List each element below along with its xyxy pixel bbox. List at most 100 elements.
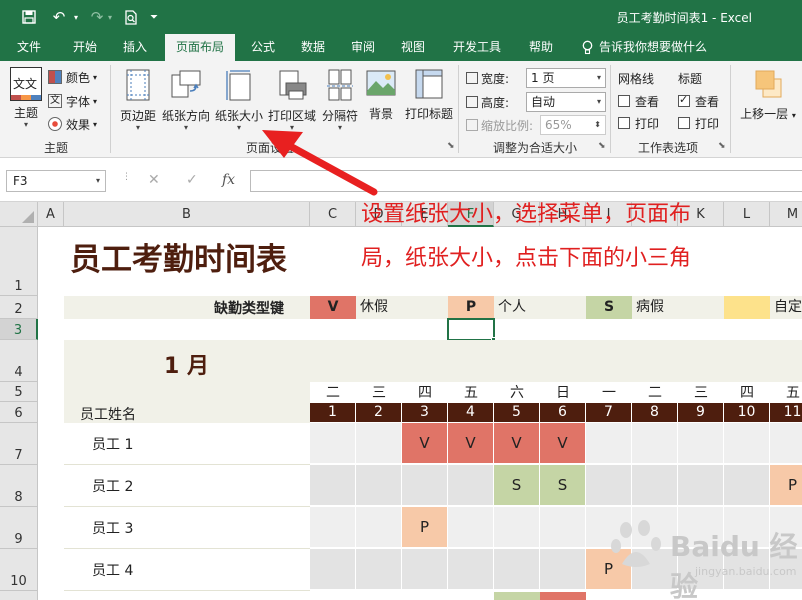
attendance-cell[interactable]: V — [402, 423, 448, 464]
orientation-button[interactable]: 纸张方向 ▾ — [160, 69, 212, 132]
date-6[interactable]: 6 — [540, 403, 586, 422]
attendance-cell[interactable] — [540, 549, 586, 590]
attendance-cell[interactable] — [678, 465, 724, 506]
weekday-9[interactable]: 三 — [678, 382, 724, 402]
attendance-cell[interactable] — [310, 507, 356, 548]
weekday-2[interactable]: 三 — [356, 382, 402, 402]
undo-icon[interactable]: ↶ — [48, 6, 70, 28]
tab-insert[interactable]: 插入 — [112, 34, 158, 61]
weekday-1[interactable]: 二 — [310, 382, 356, 402]
height-select[interactable]: 自动 ▾ — [526, 92, 606, 112]
legend-label-sick[interactable]: 病假 — [632, 296, 724, 319]
margins-button[interactable]: 页边距 ▾ — [116, 69, 160, 132]
bring-forward-button[interactable]: 上移一层 ▾ — [738, 69, 798, 122]
attendance-cell[interactable] — [402, 549, 448, 590]
column-header-b[interactable]: B — [64, 202, 310, 227]
tab-developer[interactable]: 开发工具 — [444, 34, 510, 61]
employee-name[interactable]: 员工 3 — [92, 518, 133, 538]
row-header-6[interactable]: 6 — [0, 402, 38, 423]
date-8[interactable]: 8 — [632, 403, 678, 422]
month-label[interactable]: 1 月 — [164, 348, 209, 380]
legend-code-custom[interactable] — [724, 296, 770, 319]
sheet-options-launcher-icon[interactable]: ⬊ — [718, 141, 726, 151]
attendance-cell[interactable] — [356, 507, 402, 548]
tab-help[interactable]: 帮助 — [518, 34, 564, 61]
weekday-6[interactable]: 日 — [540, 382, 586, 402]
employee-name-header[interactable]: 员工姓名 — [80, 404, 136, 424]
fonts-button[interactable]: 文 字体 ▾ — [48, 91, 97, 111]
employee-name[interactable]: 员工 4 — [92, 560, 133, 580]
cancel-icon[interactable]: ✕ — [148, 172, 160, 188]
attendance-cell[interactable] — [310, 549, 356, 590]
attendance-cell[interactable] — [724, 465, 770, 506]
weekday-8[interactable]: 二 — [632, 382, 678, 402]
attendance-cell[interactable] — [586, 423, 632, 464]
scale-input[interactable]: 65% ⬍ — [540, 115, 606, 135]
attendance-cell[interactable] — [310, 465, 356, 506]
date-1[interactable]: 1 — [310, 403, 356, 422]
weekday-3[interactable]: 四 — [402, 382, 448, 402]
date-3[interactable]: 3 — [402, 403, 448, 422]
attendance-cell[interactable] — [494, 549, 540, 590]
attendance-cell[interactable] — [586, 465, 632, 506]
attendance-cell[interactable] — [356, 423, 402, 464]
attendance-cell[interactable]: S — [540, 465, 586, 506]
attendance-cell[interactable]: P — [402, 507, 448, 548]
date-10[interactable]: 10 — [724, 403, 770, 422]
legend-code-personal[interactable]: P — [448, 296, 494, 319]
gridlines-print-checkbox[interactable]: 打印 — [618, 113, 659, 133]
tab-home[interactable]: 开始 — [62, 34, 108, 61]
weekday-5[interactable]: 六 — [494, 382, 540, 402]
date-4[interactable]: 4 — [448, 403, 494, 422]
row-header-2[interactable]: 2 — [0, 296, 38, 319]
row-header-10[interactable]: 10 — [0, 549, 38, 591]
tell-me-search[interactable]: 告诉我你想要做什么 — [582, 34, 707, 61]
tab-review[interactable]: 审阅 — [340, 34, 386, 61]
print-area-button[interactable]: 打印区域 ▾ — [266, 69, 318, 132]
column-header-a[interactable]: A — [38, 202, 64, 227]
headings-print-checkbox[interactable]: 打印 — [678, 113, 719, 133]
row-header-8[interactable]: 8 — [0, 465, 38, 507]
print-titles-button[interactable]: 打印标题 — [402, 69, 456, 122]
attendance-cell[interactable] — [448, 465, 494, 506]
customize-qat-icon[interactable]: ⏷ — [146, 6, 162, 28]
tab-file[interactable]: 文件 — [6, 34, 52, 61]
sheet-title[interactable]: 员工考勤时间表 — [70, 234, 287, 279]
legend-code-sick[interactable]: S — [586, 296, 632, 319]
background-button[interactable]: 背景 — [362, 69, 400, 122]
tab-page-layout[interactable]: 页面布局 — [165, 34, 235, 61]
attendance-cell[interactable] — [494, 507, 540, 548]
formula-input[interactable] — [250, 170, 802, 192]
attendance-cell[interactable] — [632, 465, 678, 506]
tab-formulas[interactable]: 公式 — [240, 34, 286, 61]
row-header-1[interactable]: 1 — [0, 227, 38, 296]
page-setup-launcher-icon[interactable]: ⬊ — [447, 141, 455, 151]
date-9[interactable]: 9 — [678, 403, 724, 422]
date-2[interactable]: 2 — [356, 403, 402, 422]
date-11[interactable]: 11 — [770, 403, 802, 422]
size-dropdown-icon[interactable]: ▾ — [212, 124, 266, 132]
employee-name[interactable]: 员工 2 — [92, 476, 133, 496]
legend-label-custom[interactable]: 自定 — [770, 296, 802, 319]
row-header-11[interactable] — [0, 591, 38, 600]
weekday-11[interactable]: 五 — [770, 382, 802, 402]
weekday-7[interactable]: 一 — [586, 382, 632, 402]
colors-button[interactable]: 颜色 ▾ — [48, 67, 97, 87]
themes-button[interactable]: 文文 主题 ▾ — [6, 67, 46, 129]
row-header-9[interactable]: 9 — [0, 507, 38, 549]
active-cell-f3[interactable] — [447, 318, 495, 341]
size-button[interactable]: 纸张大小 ▾ — [212, 69, 266, 132]
name-box[interactable]: F3 ▾ — [6, 170, 106, 192]
date-7[interactable]: 7 — [586, 403, 632, 422]
attendance-cell[interactable] — [356, 465, 402, 506]
attendance-cell[interactable] — [678, 423, 724, 464]
undo-dropdown-icon[interactable]: ▾ — [70, 6, 82, 28]
attendance-cell[interactable] — [724, 423, 770, 464]
employee-name[interactable]: 员工 1 — [92, 434, 133, 454]
attendance-cell[interactable] — [402, 465, 448, 506]
tab-view[interactable]: 视图 — [390, 34, 436, 61]
column-header-m[interactable]: M — [770, 202, 802, 227]
attendance-cell[interactable]: S — [494, 465, 540, 506]
redo-dropdown-icon[interactable]: ▾ — [104, 6, 116, 28]
function-icon[interactable]: fx — [222, 172, 235, 188]
